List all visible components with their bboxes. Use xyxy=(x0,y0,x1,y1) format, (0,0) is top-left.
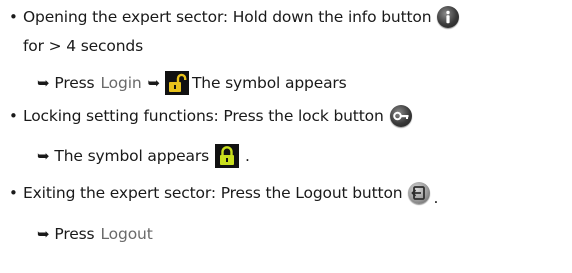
info-icon xyxy=(437,6,460,28)
sub-step-result: The symbol appears xyxy=(191,74,347,92)
bullet: • xyxy=(9,8,18,26)
logout-action-label: Logout xyxy=(100,225,153,243)
bullet: • xyxy=(9,107,18,125)
unlocked-padlock-icon xyxy=(164,71,189,95)
item-text: Exiting the expert sector: Press the Log… xyxy=(23,184,403,202)
item-period: . xyxy=(433,189,439,207)
arrow-icon: ➥ xyxy=(147,74,161,92)
sub-step-text: Press xyxy=(54,225,95,243)
item-text-continued: for > 4 seconds xyxy=(23,37,144,55)
bullet: • xyxy=(9,184,18,202)
item-text: Opening the expert sector: Hold down the… xyxy=(23,8,432,26)
arrow-icon: ➥ xyxy=(37,147,50,165)
sub-step-text: Press xyxy=(54,74,95,92)
instruction-list: • Opening the expert sector: Hold down t… xyxy=(0,0,572,273)
logout-icon xyxy=(408,182,431,204)
locked-padlock-icon xyxy=(215,144,240,168)
list-item-continuation: for > 4 seconds xyxy=(0,33,143,59)
sub-step-symbol-appears: ➥ The symbol appears . xyxy=(0,143,250,169)
arrow-icon: ➥ xyxy=(37,225,50,243)
sub-step-press-logout: ➥ Press Logout xyxy=(0,221,153,247)
login-action-label: Login xyxy=(100,74,142,92)
list-item-exiting-expert-sector: • Exiting the expert sector: Press the L… xyxy=(0,180,439,207)
list-item-locking-functions: • Locking setting functions: Press the l… xyxy=(0,103,412,129)
arrow-icon: ➥ xyxy=(37,74,50,92)
sub-step-text: The symbol appears xyxy=(54,147,210,165)
item-text: Locking setting functions: Press the loc… xyxy=(23,107,384,125)
list-item-opening-expert-sector: • Opening the expert sector: Hold down t… xyxy=(0,4,460,30)
key-icon xyxy=(389,105,412,127)
sub-step-press-login: ➥ Press Login ➥ The symbol appears xyxy=(0,70,347,96)
sub-step-period: . xyxy=(245,147,250,165)
